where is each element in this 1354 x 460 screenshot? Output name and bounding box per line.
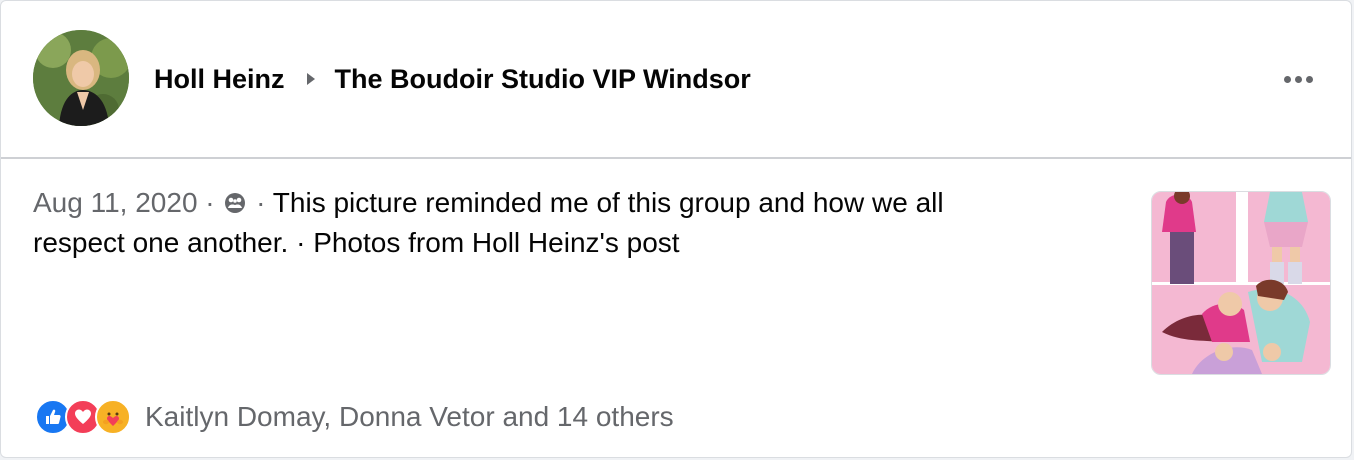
separator: · — [248, 187, 273, 218]
separator: · — [197, 187, 223, 218]
post-header: Holl Heinz The Boudoir Studio VIP Windso… — [1, 1, 1351, 157]
care-icon — [95, 399, 131, 435]
header-divider — [1, 157, 1351, 159]
reaction-icons[interactable] — [35, 399, 131, 435]
more-options-icon[interactable] — [1275, 59, 1321, 99]
post-text-line2: respect one another. — [33, 227, 289, 258]
reactions-summary[interactable]: Kaitlyn Domay, Donna Vetor and 14 others — [145, 401, 674, 433]
separator: · — [288, 227, 314, 258]
more-dot — [1305, 75, 1313, 83]
post-date[interactable]: Aug 11, 2020 — [33, 187, 198, 218]
post-title: Holl Heinz The Boudoir Studio VIP Windso… — [154, 59, 751, 99]
author-name-link[interactable]: Holl Heinz — [154, 64, 285, 95]
post-text-line1: This picture reminded me of this group a… — [272, 187, 944, 218]
post-body: Aug 11, 2020 · · This picture reminded m… — [33, 183, 1033, 263]
post-card: Holl Heinz The Boudoir Studio VIP Windso… — [0, 0, 1352, 458]
group-name-link[interactable]: The Boudoir Studio VIP Windsor — [335, 64, 751, 95]
group-privacy-icon — [225, 193, 246, 213]
photos-link[interactable]: Photos from Holl Heinz's post — [313, 227, 679, 258]
author-avatar[interactable] — [33, 30, 129, 126]
post-photo-thumbnail[interactable] — [1151, 191, 1331, 375]
reactions-bar: Kaitlyn Domay, Donna Vetor and 14 others — [35, 399, 674, 435]
triangle-right-icon — [306, 73, 315, 85]
more-dot — [1294, 75, 1302, 83]
more-dot — [1283, 75, 1291, 83]
